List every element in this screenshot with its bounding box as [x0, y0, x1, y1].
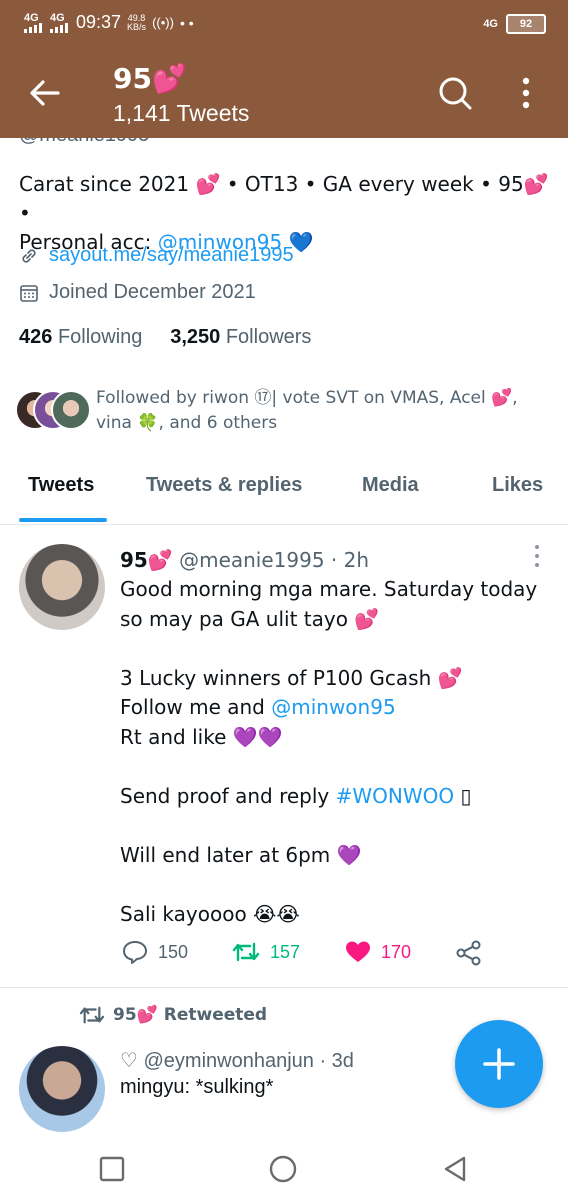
retweeted-by-text[interactable]: 95💕 Retweeted [113, 1005, 267, 1025]
retweeted-label: 95💕 Retweeted [79, 1004, 267, 1026]
signal-2: 4G [50, 11, 70, 33]
retweet-icon [232, 942, 260, 962]
signal-1: 4G [24, 11, 44, 33]
share-icon [456, 940, 481, 966]
profile-link-row: sayout.me/say/meanie1995 [19, 244, 294, 267]
tweet-header[interactable]: ♡ @eyminwonhanjun · 3d [120, 1048, 354, 1073]
tab-tweets[interactable]: Tweets [28, 474, 94, 497]
tab-tweets-and-replies[interactable]: Tweets & replies [146, 474, 302, 497]
avatar[interactable] [19, 1046, 105, 1132]
reply-button[interactable]: 150 [122, 940, 188, 964]
hotspot-icon: ((•)) [152, 15, 174, 30]
tab-likes[interactable]: Likes [492, 474, 543, 497]
followers-you-know-avatars[interactable] [15, 390, 95, 430]
bio-line-1: Carat since 2021 💕 • OT13 • GA every wee… [19, 172, 549, 225]
joined-date: Joined December 2021 [49, 281, 256, 303]
battery-level: 92 [519, 18, 533, 30]
retweet-count: 157 [270, 941, 301, 962]
follow-counts: 426 Following 3,250 Followers [19, 326, 311, 349]
home-icon[interactable] [268, 1154, 298, 1184]
following-link[interactable]: 426 Following [19, 326, 142, 348]
profile-website-link[interactable]: sayout.me/say/meanie1995 [49, 244, 294, 267]
tweet-author-name[interactable]: 95💕 [120, 548, 173, 572]
speed-unit: KB/s [127, 21, 147, 32]
following-label: Following [57, 326, 143, 348]
calendar-icon [20, 284, 38, 302]
tweet-text: mingyu: *sulking* [120, 1076, 274, 1098]
tab-media[interactable]: Media [362, 474, 419, 497]
heart-icon [346, 941, 370, 962]
recent-apps-icon[interactable] [97, 1154, 127, 1184]
search-icon[interactable] [437, 75, 473, 111]
network-speed: 49.8 KB/s [127, 13, 147, 32]
like-count: 170 [381, 941, 412, 962]
status-bar: 4G 4G 09:37 49.8 KB/s ((•)) • • 4G 92 [0, 0, 568, 48]
following-count: 426 [19, 326, 53, 348]
tweet-hashtag-link[interactable]: #WONWOO [336, 784, 455, 808]
followers-label: Followers [225, 326, 312, 348]
followed-by-text[interactable]: Followed by riwon ⑰| vote SVT on VMAS, A… [96, 386, 546, 436]
back-arrow-icon[interactable] [28, 76, 62, 110]
retweet-button[interactable]: 157 [232, 940, 300, 964]
like-button[interactable]: 170 [345, 940, 411, 964]
tweet-text-part: Rt and like 💜💜 Send proof and reply [120, 724, 330, 808]
tweet-text: Good morning mga mare. Saturday today so… [120, 575, 550, 929]
tweet-count: 1,141 Tweets [113, 100, 250, 126]
tweet-divider [0, 987, 568, 988]
joined-row: Joined December 2021 [19, 281, 256, 304]
followers-count: 3,250 [170, 326, 221, 348]
retweet-icon [79, 1006, 105, 1024]
system-navigation-bar [0, 1136, 568, 1200]
network-type-1: 4G [24, 11, 39, 24]
reply-count: 150 [158, 941, 189, 962]
profile-tabs: Tweets Tweets & replies Media Likes [0, 462, 568, 525]
tweet-mention-link[interactable]: @minwon95 [271, 695, 395, 719]
network-type-2: 4G [50, 11, 65, 24]
battery-icon: 92 [506, 14, 546, 34]
clock: 09:37 [76, 12, 122, 32]
signal-bars-icon [24, 22, 42, 33]
reply-icon [123, 941, 147, 964]
network-type-right: 4G [483, 18, 498, 30]
compose-tweet-button[interactable] [455, 1020, 543, 1108]
tweet-handle-time: @meanie1995 · 2h [172, 548, 370, 572]
signal-bars-icon [50, 22, 68, 33]
active-tab-indicator [19, 518, 107, 522]
tweet-header: 95💕 @meanie1995 · 2h [120, 548, 369, 572]
back-nav-icon[interactable] [440, 1154, 470, 1184]
share-button[interactable] [455, 940, 483, 966]
notification-dots-icon: • • [179, 14, 194, 31]
profile-name: 95💕 [113, 62, 187, 95]
followers-link[interactable]: 3,250 Followers [170, 326, 311, 348]
tweet-more-icon[interactable] [530, 544, 544, 568]
plus-icon [483, 1048, 515, 1080]
link-icon [22, 248, 36, 263]
avatar [51, 390, 91, 430]
profile-header: 95💕 1,141 Tweets [0, 48, 568, 138]
avatar[interactable] [19, 544, 105, 630]
tweet-actions: 150 157 170 [120, 940, 550, 970]
more-options-icon[interactable] [512, 75, 540, 111]
